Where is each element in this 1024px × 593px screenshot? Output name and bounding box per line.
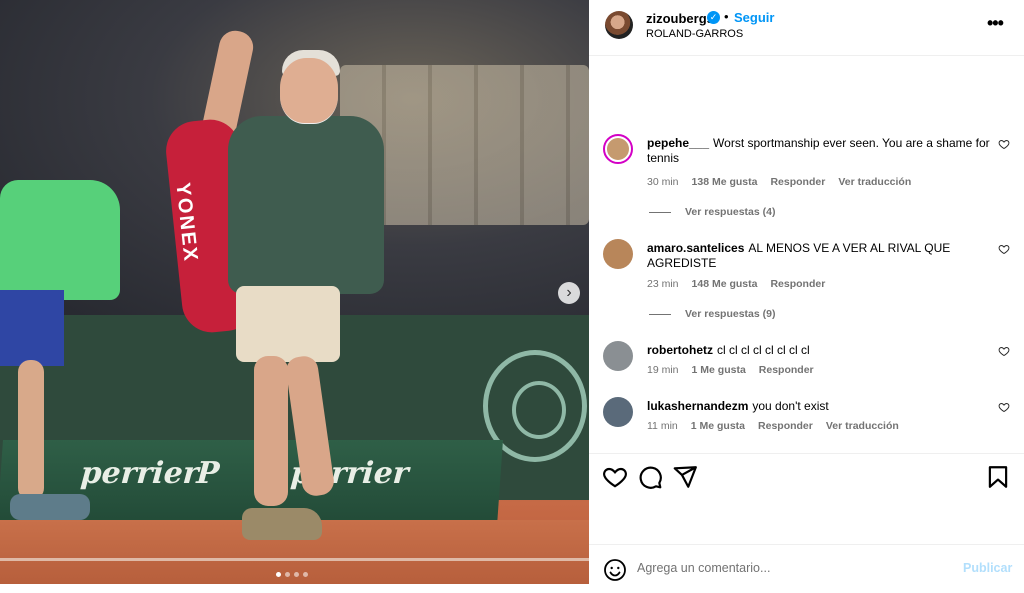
view-replies-button[interactable]: Ver respuestas (9) [649,308,775,320]
heart-icon[interactable] [998,345,1010,357]
comment-text: robertohetz cl cl cl cl cl cl cl cl [647,343,993,358]
send-icon[interactable] [672,464,698,490]
post-header: zizoubergs ✓ • Seguir ROLAND-GARROS ••• [589,0,1024,56]
reply-button[interactable]: Responder [770,176,825,188]
view-replies-button[interactable]: Ver respuestas (4) [649,206,775,218]
comment-composer: Agrega un comentario... Publicar [589,544,1024,593]
player-shoe [242,508,322,540]
comment-text: amaro.santelices AL MENOS VE A VER AL RIV… [647,241,993,271]
bg-player-torso [0,180,120,300]
verified-badge-icon: ✓ [707,11,720,24]
comment-meta: 30 min 138 Me gusta Responder Ver traduc… [647,176,911,188]
player-head [280,58,338,124]
post-actions [589,453,1024,499]
comment-body: you don't exist [752,399,829,413]
bookmark-icon[interactable] [985,464,1011,490]
comment-time: 23 min [647,278,679,290]
comment-username[interactable]: lukashernandezm [647,399,748,413]
player-shirt [228,116,384,294]
avatar[interactable] [605,11,633,39]
translate-button[interactable]: Ver traducción [838,176,911,188]
comment-likes[interactable]: 148 Me gusta [692,278,758,290]
avatar[interactable] [603,397,633,427]
heart-icon[interactable] [998,401,1010,413]
player-leg-left [254,356,288,506]
comment-meta: 19 min 1 Me gusta Responder [647,364,814,376]
more-horizontal-icon[interactable]: ••• [987,13,1004,34]
separator: • [724,9,729,24]
post-side-panel: zizoubergs ✓ • Seguir ROLAND-GARROS ••• … [589,0,1024,593]
comment-icon[interactable] [637,464,663,490]
translate-button[interactable]: Ver traducción [826,420,899,432]
post-username[interactable]: zizoubergs [646,11,714,26]
player-shorts [236,286,340,362]
view-replies-label: Ver respuestas (4) [685,206,776,218]
reply-button[interactable]: Responder [758,420,813,432]
heart-icon[interactable] [602,464,628,490]
comment-likes[interactable]: 1 Me gusta [691,420,745,432]
background-player [0,160,130,520]
reply-button[interactable]: Responder [770,278,825,290]
comment-username[interactable]: pepehe___ [647,136,709,150]
carousel-indicator [276,572,308,577]
comment-meta: 11 min 1 Me gusta Responder Ver traducci… [647,420,899,432]
avatar[interactable] [603,239,633,269]
emoji-icon[interactable] [603,558,627,582]
avatar[interactable] [603,341,633,371]
comment-time: 11 min [647,420,678,432]
comment-body: cl cl cl cl cl cl cl cl [717,343,810,357]
carousel-dot [276,572,281,577]
carousel-dot [294,572,299,577]
avatar[interactable] [603,134,633,164]
bag-brand-text: YONEX [171,181,202,264]
comment-likes[interactable]: 1 Me gusta [692,364,746,376]
reply-button[interactable]: Responder [759,364,814,376]
chevron-right-icon[interactable]: › [558,282,580,304]
publish-button[interactable]: Publicar [963,561,1012,575]
bg-player-shorts [0,290,64,366]
comment-username[interactable]: robertohetz [647,343,713,357]
comment-time: 19 min [647,364,679,376]
view-replies-label: Ver respuestas (9) [685,308,776,320]
comment-username[interactable]: amaro.santelices [647,241,744,255]
instagram-post-modal: perrier P perrier YONEX › zizoubergs ✓ •… [0,0,1024,593]
comment-input[interactable]: Agrega un comentario... [637,561,770,575]
avatar-image [607,138,629,160]
comment-time: 30 min [647,176,679,188]
main-player: YONEX [163,20,410,570]
follow-button[interactable]: Seguir [734,10,774,25]
bg-player-leg [18,360,44,500]
comments-list[interactable]: pepehe___ Worst sportmanship ever seen. Y… [589,56,1024,453]
player-leg-right [284,354,336,498]
bg-player-shoe [10,494,90,520]
heart-icon[interactable] [998,138,1010,150]
comment-likes[interactable]: 138 Me gusta [692,176,758,188]
comment-meta: 23 min 148 Me gusta Responder [647,278,825,290]
comment-text: pepehe___ Worst sportmanship ever seen. Y… [647,136,993,166]
post-photo[interactable]: perrier P perrier YONEX › [0,0,589,584]
comment-text: lukashernandezm you don't exist [647,399,993,414]
post-location[interactable]: ROLAND-GARROS [646,28,743,40]
carousel-dot [303,572,308,577]
heart-icon[interactable] [998,243,1010,255]
carousel-dot [285,572,290,577]
